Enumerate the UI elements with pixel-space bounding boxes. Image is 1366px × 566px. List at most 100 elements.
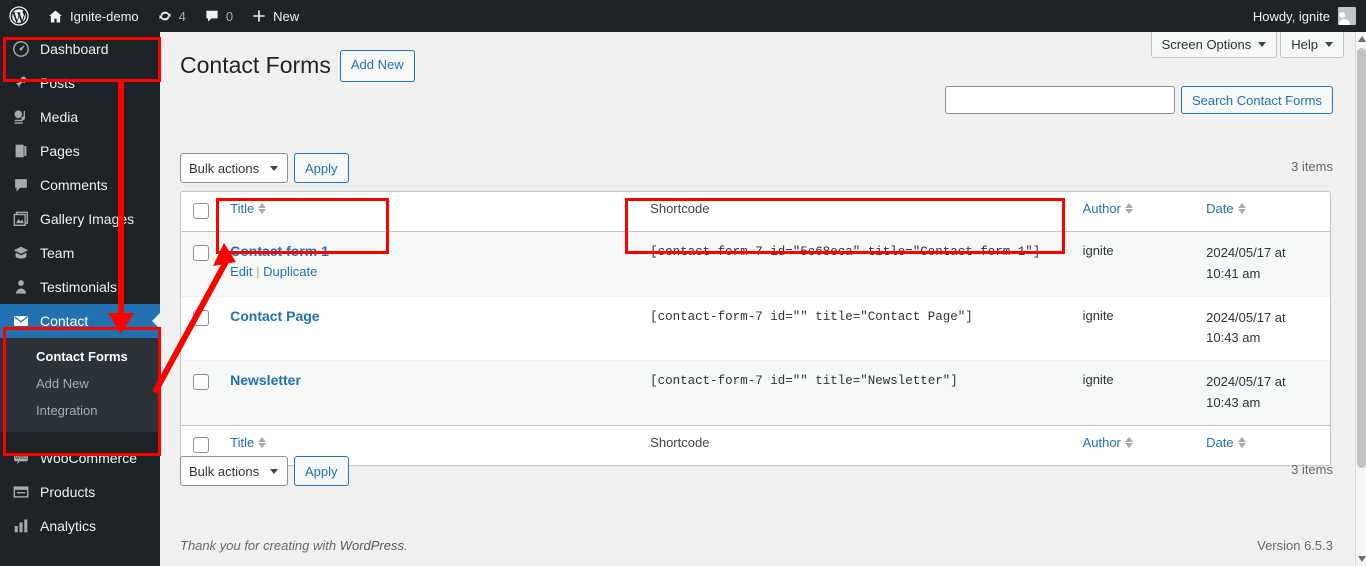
chevron-down-icon <box>270 166 278 171</box>
sidebar-item-products[interactable]: Products <box>0 475 160 509</box>
comment-icon <box>11 175 31 195</box>
comment-bubble-icon <box>204 8 220 24</box>
row-checkbox[interactable] <box>193 309 209 326</box>
row-select-cell[interactable] <box>181 232 221 296</box>
sort-date-link[interactable]: Date <box>1206 201 1246 216</box>
sidebar-item-label: Gallery Images <box>40 211 135 227</box>
add-new-button[interactable]: Add New <box>339 50 415 82</box>
screen-meta-links: Screen Options Help <box>1148 32 1344 58</box>
woocommerce-icon: WOO <box>11 448 31 468</box>
sort-author-link[interactable]: Author <box>1083 201 1133 216</box>
sort-title-link-footer[interactable]: Title <box>230 434 267 450</box>
sort-indicator-icon <box>258 436 267 448</box>
row-author-cell: ignite <box>1072 360 1197 425</box>
new-content-button[interactable]: New <box>242 0 308 32</box>
help-button[interactable]: Help <box>1280 32 1344 58</box>
howdy-label: Howdy, ignite <box>1252 8 1330 24</box>
row-duplicate-link[interactable]: Duplicate <box>263 264 317 279</box>
sidebar-item-woocommerce[interactable]: WOO WooCommerce <box>0 441 160 475</box>
wordpress-logo-button[interactable] <box>0 0 38 32</box>
bulk-actions-label: Bulk actions <box>189 160 260 176</box>
apply-button-bottom[interactable]: Apply <box>294 456 349 486</box>
sort-author-link-footer[interactable]: Author <box>1083 435 1133 450</box>
account-menu[interactable]: Howdy, ignite <box>1253 7 1366 25</box>
row-edit-link[interactable]: Edit <box>230 264 252 279</box>
column-title-label: Title <box>230 434 255 450</box>
search-form: Search Contact Forms <box>944 86 1333 114</box>
sort-title-link[interactable]: Title <box>230 201 267 216</box>
sidebar-item-posts[interactable]: Posts <box>0 66 160 100</box>
bulk-actions-select-top[interactable]: Bulk actions <box>180 153 288 183</box>
screen: Ignite-demo 4 0 New Howdy, ignite Dashbo… <box>0 0 1366 566</box>
updates-count: 4 <box>178 8 186 24</box>
column-header-author[interactable]: Author <box>1072 192 1197 232</box>
wordpress-link[interactable]: WordPress <box>340 538 404 553</box>
column-author-label: Author <box>1082 434 1121 450</box>
row-checkbox[interactable] <box>193 245 209 261</box>
scrollbar-thumb[interactable] <box>1357 48 1366 468</box>
column-author-label: Author <box>1082 201 1121 216</box>
search-submit-button[interactable]: Search Contact Forms <box>1180 86 1333 114</box>
column-footer-date[interactable]: Date <box>1196 424 1330 465</box>
scroll-down-arrow-icon[interactable] <box>1358 556 1366 562</box>
sort-date-link-footer[interactable]: Date <box>1206 435 1246 450</box>
row-date-cell: 2024/05/17 at 10:41 am <box>1196 232 1330 296</box>
row-select-cell[interactable] <box>181 360 221 425</box>
sort-indicator-icon <box>1124 203 1133 214</box>
updates-button[interactable]: 4 <box>148 0 195 32</box>
items-count-top: 3 items <box>1291 159 1333 174</box>
row-shortcode-text[interactable]: [contact-form-7 id="5c68eca" title="Cont… <box>650 245 1040 259</box>
submenu-item-contact-forms[interactable]: Contact Forms <box>0 343 160 370</box>
bulk-actions-select-bottom[interactable]: Bulk actions <box>180 456 288 486</box>
pin-icon <box>11 73 31 93</box>
column-header-title[interactable]: Title <box>220 192 641 232</box>
svg-text:WOO: WOO <box>15 455 27 460</box>
search-input[interactable] <box>944 86 1175 114</box>
envelope-icon <box>11 311 31 331</box>
sidebar-item-contact[interactable]: Contact <box>0 304 160 338</box>
sidebar-item-dashboard[interactable]: Dashboard <box>0 32 160 66</box>
sidebar-item-media[interactable]: Media <box>0 100 160 134</box>
row-checkbox[interactable] <box>193 374 209 391</box>
new-content-label: New <box>273 8 300 24</box>
row-select-cell[interactable] <box>181 295 221 361</box>
page-icon <box>11 141 31 161</box>
sort-indicator-icon <box>1237 436 1246 448</box>
sidebar-item-label: Testimonials <box>40 279 118 295</box>
select-all-checkbox[interactable] <box>193 436 209 453</box>
menu-separator <box>0 432 160 441</box>
select-all-header[interactable] <box>181 192 221 232</box>
scroll-up-arrow-icon[interactable] <box>1358 36 1366 42</box>
row-title-link[interactable]: Newsletter <box>230 372 630 388</box>
sidebar-item-pages[interactable]: Pages <box>0 134 160 168</box>
comments-button[interactable]: 0 <box>195 0 242 32</box>
page-scrollbar[interactable] <box>1355 32 1366 566</box>
bulk-actions-label: Bulk actions <box>189 463 260 479</box>
column-footer-shortcode: Shortcode <box>640 424 1073 465</box>
sidebar-item-testimonials[interactable]: Testimonials <box>0 270 160 304</box>
site-name-menu[interactable]: Ignite-demo <box>38 0 148 32</box>
sidebar-item-team[interactable]: Team <box>0 236 160 270</box>
row-date-text: 2024/05/17 at 10:43 am <box>1206 309 1286 346</box>
row-actions: Edit | Duplicate <box>230 264 630 279</box>
admin-bar: Ignite-demo 4 0 New Howdy, ignite <box>0 0 1366 32</box>
submenu-item-add-new[interactable]: Add New <box>0 370 160 397</box>
row-shortcode-text[interactable]: [contact-form-7 id="" title="Contact Pag… <box>650 310 973 324</box>
column-date-label: Date <box>1206 201 1234 216</box>
submenu-item-integration[interactable]: Integration <box>0 397 160 424</box>
row-shortcode-text[interactable]: [contact-form-7 id="" title="Newsletter"… <box>650 374 958 388</box>
column-header-date[interactable]: Date <box>1196 192 1330 232</box>
row-title-link[interactable]: Contact Page <box>230 308 630 324</box>
select-all-checkbox[interactable] <box>193 203 209 219</box>
sidebar-item-label: Pages <box>40 143 80 159</box>
sidebar-item-comments[interactable]: Comments <box>0 168 160 202</box>
sidebar-item-label: WooCommerce <box>40 450 137 466</box>
sidebar-item-analytics[interactable]: Analytics <box>0 509 160 543</box>
comments-count: 0 <box>225 8 234 24</box>
screen-options-button[interactable]: Screen Options <box>1150 32 1278 58</box>
footer-version: Version 6.5.3 <box>1257 538 1333 553</box>
sidebar-item-gallery-images[interactable]: Gallery Images <box>0 202 160 236</box>
apply-button-top[interactable]: Apply <box>294 153 349 183</box>
column-footer-author[interactable]: Author <box>1072 424 1197 465</box>
row-title-link[interactable]: Contact form 1 <box>230 243 630 259</box>
